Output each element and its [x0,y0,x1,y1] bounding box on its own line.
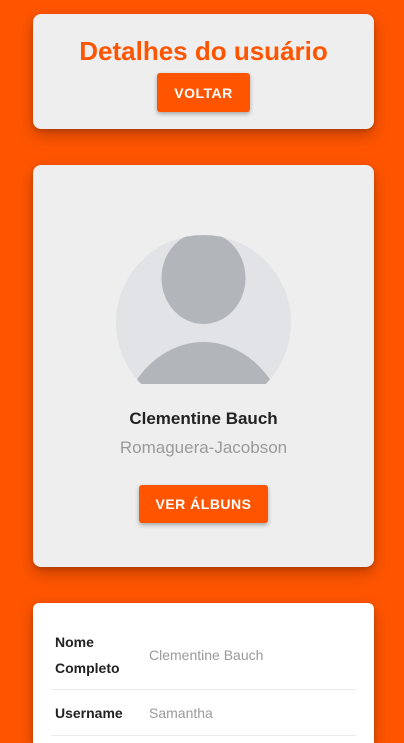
company-name: Romaguera-Jacobson [119,438,288,457]
header-card: Detalhes do usuário VOLTAR [33,14,374,129]
details-card: Nome Completo Clementine Bauch Username … [33,603,374,743]
profile-card: Clementine Bauch Romaguera-Jacobson VER … [33,165,374,567]
detail-value: Samantha [149,689,356,736]
detail-label: Nome Completo [51,621,149,690]
view-albums-button[interactable]: VER ÁLBUNS [139,485,268,523]
details-table: Nome Completo Clementine Bauch Username … [51,621,356,736]
detail-value: Clementine Bauch [149,621,356,690]
user-name: Clementine Bauch [129,409,278,428]
back-button[interactable]: VOLTAR [157,73,250,112]
page-title: Detalhes do usuário [79,36,328,66]
avatar [116,235,291,384]
detail-label: Username [51,689,149,736]
default-avatar-icon [116,235,291,384]
table-row: Username Samantha [51,689,356,736]
table-row: Nome Completo Clementine Bauch [51,621,356,690]
